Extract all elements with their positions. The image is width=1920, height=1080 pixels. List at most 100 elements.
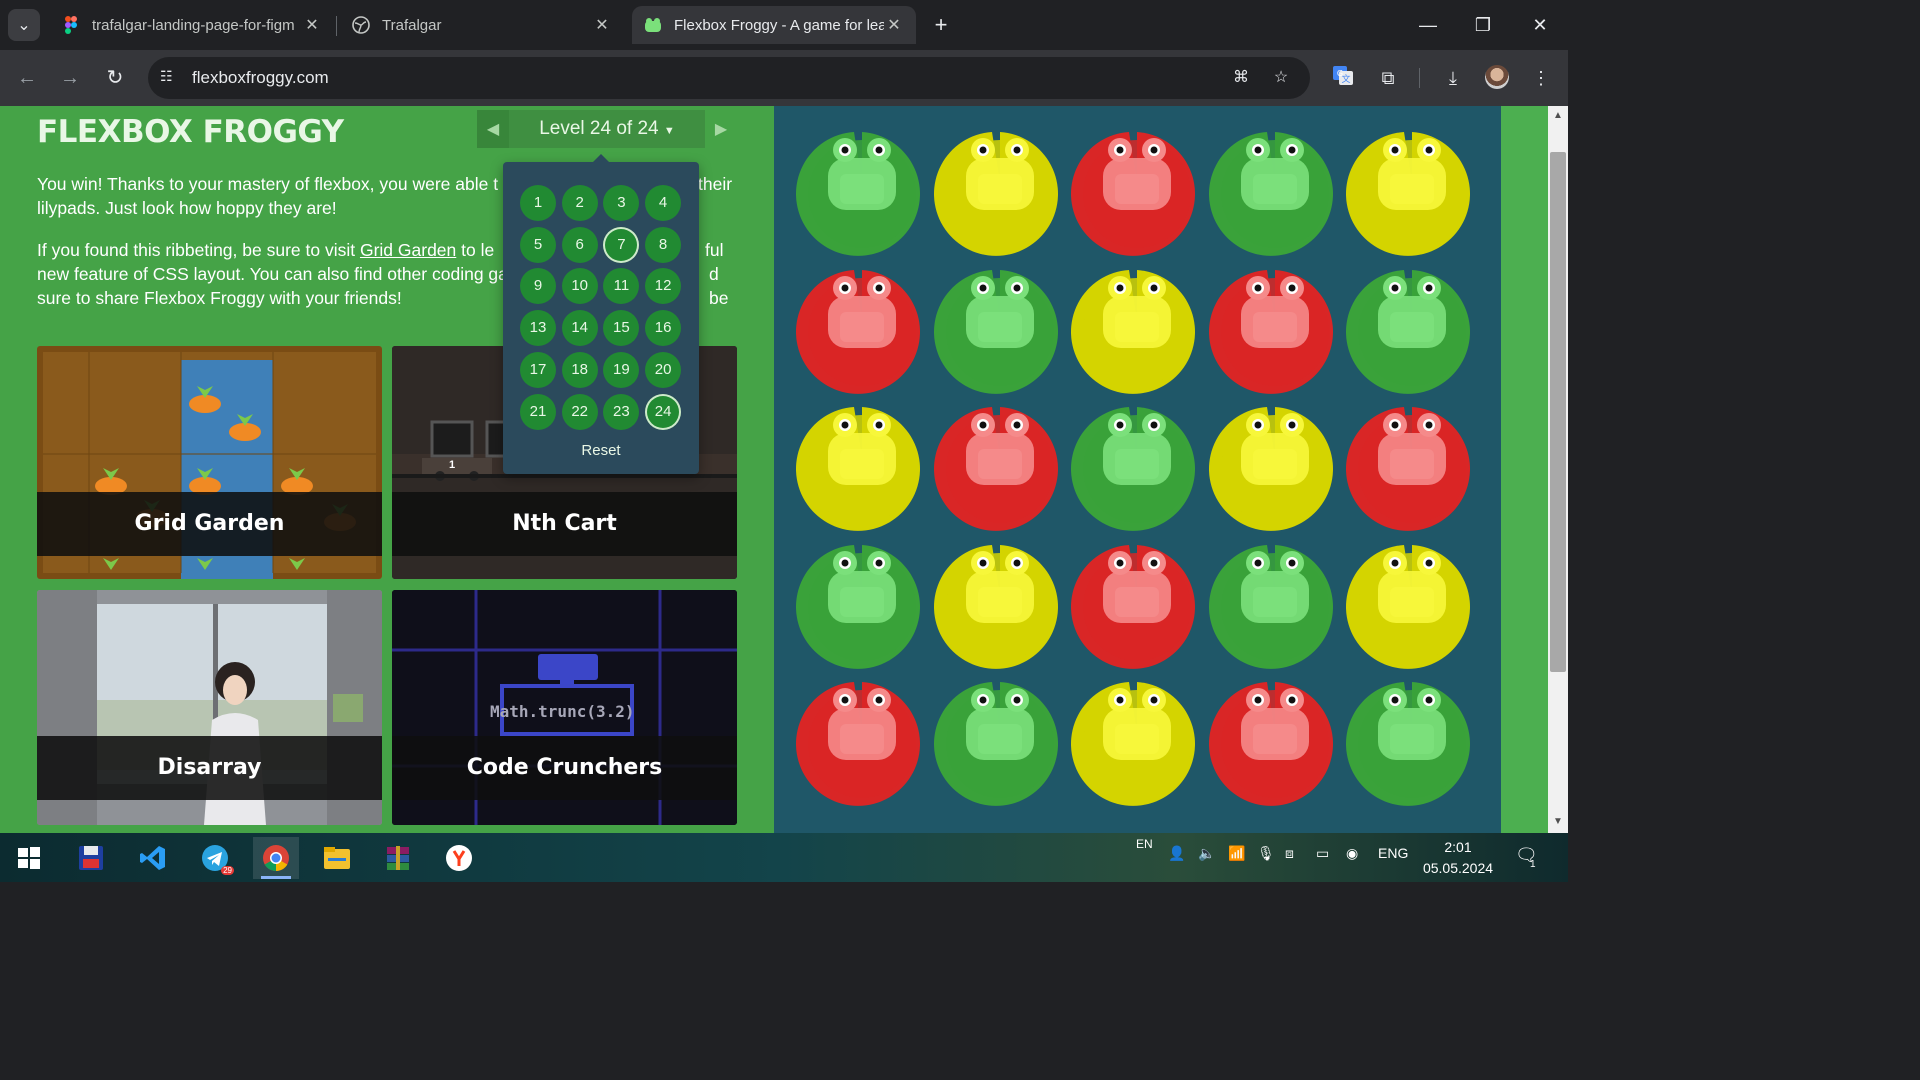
page-scrollbar[interactable]: ▲ ▼ — [1548, 106, 1568, 833]
volume-icon[interactable]: 🔈 — [1198, 845, 1215, 862]
code-crunchers-card[interactable]: Math.trunc(3.2) Code Crunchers — [392, 590, 737, 825]
back-icon[interactable]: ← — [13, 64, 41, 92]
address-bar[interactable]: ☷ flexboxfroggy.com ⌘ ☆ — [148, 57, 1310, 99]
chrome-icon[interactable] — [253, 837, 299, 879]
close-tab-icon[interactable]: ✕ — [592, 15, 612, 35]
level-button-18[interactable]: 18 — [561, 351, 598, 388]
close-tab-icon[interactable]: ✕ — [302, 15, 322, 35]
windows-start-icon[interactable] — [6, 837, 52, 879]
file-explorer-icon[interactable] — [314, 837, 360, 879]
avatar[interactable] — [1485, 65, 1509, 89]
tab-title: Flexbox Froggy - A game for lea — [674, 16, 884, 34]
green-lilypad-frog — [933, 682, 1058, 806]
winrar-icon[interactable] — [375, 837, 421, 879]
tab-trafalgar[interactable]: Trafalgar ✕ — [340, 6, 624, 44]
level-button-1[interactable]: 1 — [520, 185, 556, 221]
microphone-icon[interactable]: 🎙 — [1257, 845, 1275, 862]
close-window-icon[interactable]: ✕ — [1525, 10, 1555, 40]
level-button-16[interactable]: 16 — [645, 310, 682, 347]
keyboard-language[interactable]: ENG — [1378, 845, 1408, 861]
screen-record-icon[interactable]: ⧈ — [1285, 845, 1294, 862]
previous-level-icon[interactable]: ◀ — [477, 110, 509, 148]
tab-trafalgar-figma[interactable]: trafalgar-landing-page-for-figm ✕ — [50, 6, 334, 44]
card-title: Code Crunchers — [392, 736, 737, 800]
download-icon[interactable]: ⤓ — [1439, 64, 1467, 92]
level-button-17[interactable]: 17 — [520, 351, 556, 388]
level-button-14[interactable]: 14 — [561, 310, 598, 347]
menu-kebab-icon[interactable]: ⋮ — [1527, 64, 1555, 92]
wifi-icon[interactable]: 📶 — [1228, 845, 1245, 862]
red-lilypad-frog — [1346, 407, 1470, 531]
tab-search-button[interactable]: ⌄ — [8, 9, 40, 41]
level-button-12[interactable]: 12 — [645, 268, 682, 305]
level-button-5[interactable]: 5 — [520, 226, 556, 263]
level-button-4[interactable]: 4 — [645, 185, 682, 221]
tab-flexbox-froggy[interactable]: Flexbox Froggy - A game for lea ✕ — [632, 6, 916, 44]
instructions-panel: FLEXBOX FROGGY ◀ Level 24 of 24 ▼ ▶ You … — [0, 106, 774, 833]
telegram-icon[interactable]: 29 — [192, 837, 238, 879]
restore-icon[interactable]: ❐ — [1468, 10, 1498, 40]
toolbar-divider — [1419, 68, 1420, 88]
red-lilypad-frog — [1071, 544, 1195, 669]
level-button-22[interactable]: 22 — [561, 393, 598, 430]
extensions-icon[interactable]: ⧉ — [1374, 64, 1402, 92]
scroll-up-icon[interactable]: ▲ — [1548, 110, 1568, 121]
level-button-24[interactable]: 24 — [645, 393, 682, 430]
frog-icon — [644, 16, 662, 34]
people-icon[interactable]: 👤 — [1168, 845, 1185, 862]
yellow-lilypad-frog — [1071, 682, 1195, 806]
save-disk-app-icon[interactable] — [68, 837, 114, 879]
grid-garden-link[interactable]: Grid Garden — [360, 240, 456, 260]
new-tab-button[interactable]: + — [928, 12, 954, 38]
level-button-13[interactable]: 13 — [520, 310, 556, 347]
scrollbar-thumb[interactable] — [1550, 152, 1566, 672]
red-lilypad-frog — [1071, 132, 1195, 256]
green-lilypad-frog — [1071, 407, 1195, 531]
chrome-tray-icon[interactable]: ◉ — [1346, 845, 1358, 862]
level-button-21[interactable]: 21 — [520, 393, 556, 430]
forward-icon[interactable]: → — [56, 64, 84, 92]
green-lilypad-frog — [796, 544, 920, 669]
minimize-icon[interactable]: — — [1413, 10, 1443, 40]
grid-garden-card[interactable]: Grid Garden — [37, 346, 382, 579]
level-button-10[interactable]: 10 — [561, 268, 598, 305]
close-tab-icon[interactable]: ✕ — [884, 15, 904, 35]
level-button-3[interactable]: 3 — [603, 185, 640, 221]
battery-icon[interactable]: ▭ — [1316, 845, 1329, 862]
disarray-card[interactable]: Disarray — [37, 590, 382, 825]
level-button-8[interactable]: 8 — [645, 226, 682, 263]
scroll-down-icon[interactable]: ▼ — [1548, 816, 1568, 827]
level-button-11[interactable]: 11 — [603, 268, 640, 305]
level-button-20[interactable]: 20 — [645, 351, 682, 388]
level-button-23[interactable]: 23 — [603, 393, 640, 430]
yandex-browser-icon[interactable] — [436, 837, 482, 879]
vscode-icon[interactable] — [130, 837, 176, 879]
google-translate-extension-icon[interactable]: 文G — [1329, 64, 1357, 92]
level-button-2[interactable]: 2 — [561, 185, 598, 221]
cart-number: 1 — [449, 459, 456, 471]
level-indicator[interactable]: Level 24 of 24 ▼ — [509, 118, 705, 140]
code-expression: Math.trunc(3.2) — [490, 702, 635, 721]
reload-icon[interactable]: ↻ — [101, 64, 129, 92]
tab-divider — [336, 16, 337, 36]
next-level-icon[interactable]: ▶ — [705, 110, 737, 148]
level-button-7[interactable]: 7 — [603, 226, 640, 263]
yellow-lilypad-frog — [1208, 407, 1333, 531]
site-settings-icon[interactable]: ☷ — [160, 68, 180, 88]
input-language-indicator[interactable]: EN — [1136, 837, 1153, 851]
intro-p2-line2: new feature of CSS layout. You can also … — [37, 264, 508, 284]
intro-p2-line2-end: d be — [709, 264, 729, 308]
reset-button[interactable]: Reset — [503, 442, 699, 459]
globe-icon — [352, 16, 370, 34]
level-button-15[interactable]: 15 — [603, 310, 640, 347]
level-button-9[interactable]: 9 — [520, 268, 556, 305]
system-clock[interactable]: 2:01 05.05.2024 — [1420, 837, 1496, 879]
yellow-lilypad-frog — [933, 132, 1058, 256]
level-button-6[interactable]: 6 — [561, 226, 598, 263]
green-lilypad-frog — [796, 132, 920, 256]
page-title: FLEXBOX FROGGY — [37, 114, 344, 150]
level-button-19[interactable]: 19 — [603, 351, 640, 388]
tab-title: trafalgar-landing-page-for-figm — [92, 16, 295, 34]
translate-icon[interactable]: ⌘ — [1230, 67, 1252, 89]
star-icon[interactable]: ☆ — [1270, 67, 1292, 89]
